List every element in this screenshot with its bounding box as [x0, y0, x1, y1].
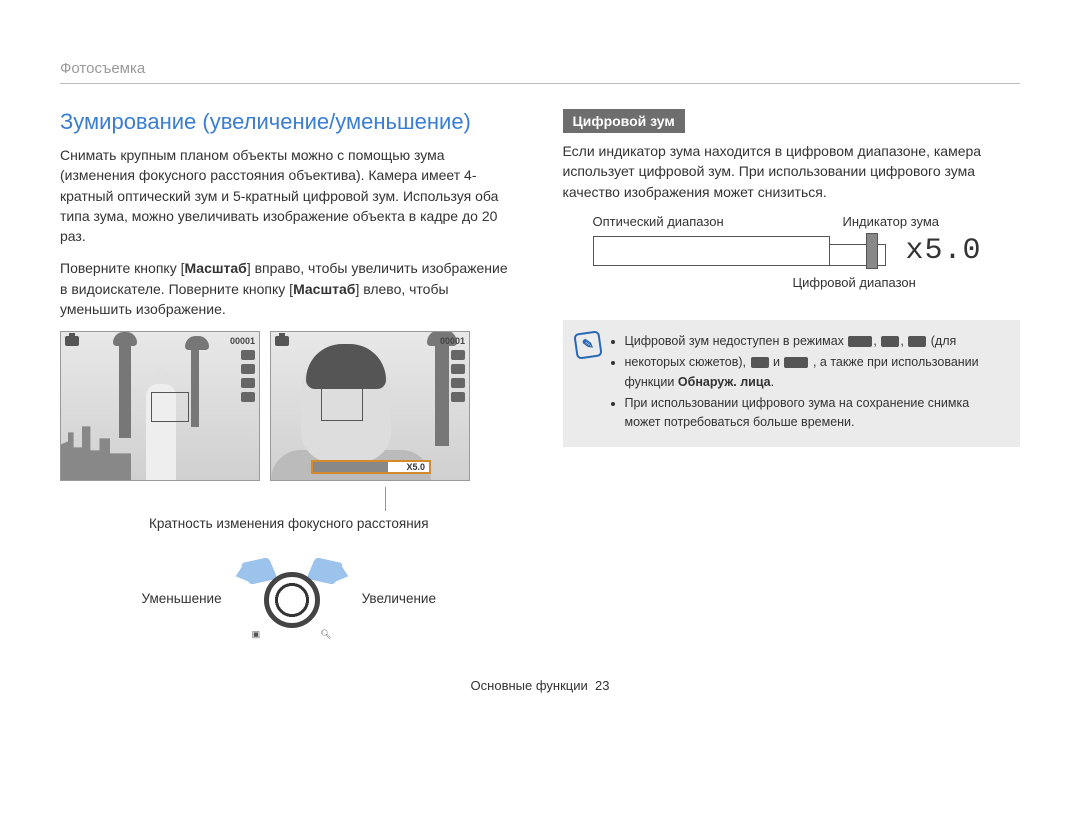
- footer-section: Основные функции: [471, 678, 588, 693]
- status-icon: [451, 350, 465, 360]
- viewfinder-tele: 00001 X5.0: [270, 331, 470, 481]
- instruction-paragraph: Поверните кнопку [Масштаб] вправо, чтобы…: [60, 258, 518, 319]
- right-column: Цифровой зум Если индикатор зума находит…: [563, 109, 1021, 638]
- viewfinder-examples: 00001: [60, 331, 518, 481]
- zoom-in-label: Увеличение: [362, 591, 436, 606]
- tele-icon: 🔍︎: [320, 629, 331, 640]
- note-item: Цифровой зум недоступен в режимах , , (д…: [625, 332, 1007, 351]
- frame-counter: 00001: [440, 336, 465, 346]
- focus-frame: [321, 387, 363, 421]
- zoom-control-name: Масштаб: [293, 281, 355, 297]
- status-icon: [241, 350, 255, 360]
- camera-icon: [65, 336, 79, 346]
- zoom-dial-diagram: Уменьшение ▣ 🔍︎ Увеличение: [60, 558, 518, 638]
- digital-range-label: Цифровой диапазон: [793, 275, 1021, 290]
- digital-zoom-heading: Цифровой зум: [563, 109, 685, 133]
- left-column: Зумирование (увеличение/уменьшение) Сним…: [60, 109, 518, 638]
- viewfinder-wide: 00001: [60, 331, 260, 481]
- zoom-ratio-caption: Кратность изменения фокусного расстояния: [60, 515, 518, 534]
- frame-counter: 00001: [230, 336, 255, 346]
- mode-icon: [751, 357, 769, 368]
- mode-icon: [908, 336, 926, 347]
- focus-frame: [151, 392, 189, 422]
- zoom-indicator-marker: [866, 233, 878, 269]
- zoom-out-label: Уменьшение: [142, 591, 222, 606]
- wide-icon: ▣: [252, 629, 261, 640]
- status-icon: [451, 364, 465, 374]
- status-icon: [451, 392, 465, 402]
- page-number: 23: [595, 678, 609, 693]
- zoom-ratio-value: X5.0: [406, 462, 425, 472]
- zoom-range-diagram: Оптический диапазон Индикатор зума x5.0 …: [593, 214, 1021, 290]
- zoom-control-name: Масштаб: [184, 260, 246, 276]
- zoom-dial-icon: [264, 572, 320, 628]
- note-box: ✎ Цифровой зум недоступен в режимах , , …: [563, 320, 1021, 447]
- status-icon: [451, 378, 465, 388]
- zoom-value-readout: x5.0: [906, 234, 982, 268]
- optical-range-label: Оптический диапазон: [593, 214, 783, 229]
- face-detect-label: Обнаруж. лица: [678, 375, 771, 389]
- note-item: При использовании цифрового зума на сохр…: [625, 394, 1007, 433]
- camera-icon: [275, 336, 289, 346]
- page-footer: Основные функции 23: [60, 678, 1020, 693]
- mode-icon: [784, 357, 808, 368]
- text: Поверните кнопку [: [60, 260, 184, 276]
- note-item: некоторых сюжетов), и , а также при испо…: [625, 353, 1007, 392]
- mode-icon: [881, 336, 899, 347]
- section-title: Зумирование (увеличение/уменьшение): [60, 109, 518, 135]
- intro-paragraph: Снимать крупным планом объекты можно с п…: [60, 145, 518, 246]
- status-icon: [241, 392, 255, 402]
- digital-zoom-paragraph: Если индикатор зума находится в цифровом…: [563, 141, 1021, 202]
- note-icon: ✎: [573, 330, 602, 359]
- zoom-indicator-label: Индикатор зума: [843, 214, 940, 229]
- mode-icon: [848, 336, 872, 347]
- optical-range-bar: [593, 236, 830, 266]
- status-icon: [241, 364, 255, 374]
- page-header: Фотосъемка: [60, 60, 1020, 84]
- zoom-ratio-bar: X5.0: [311, 460, 431, 474]
- status-icon: [241, 378, 255, 388]
- callout-line: [385, 487, 386, 511]
